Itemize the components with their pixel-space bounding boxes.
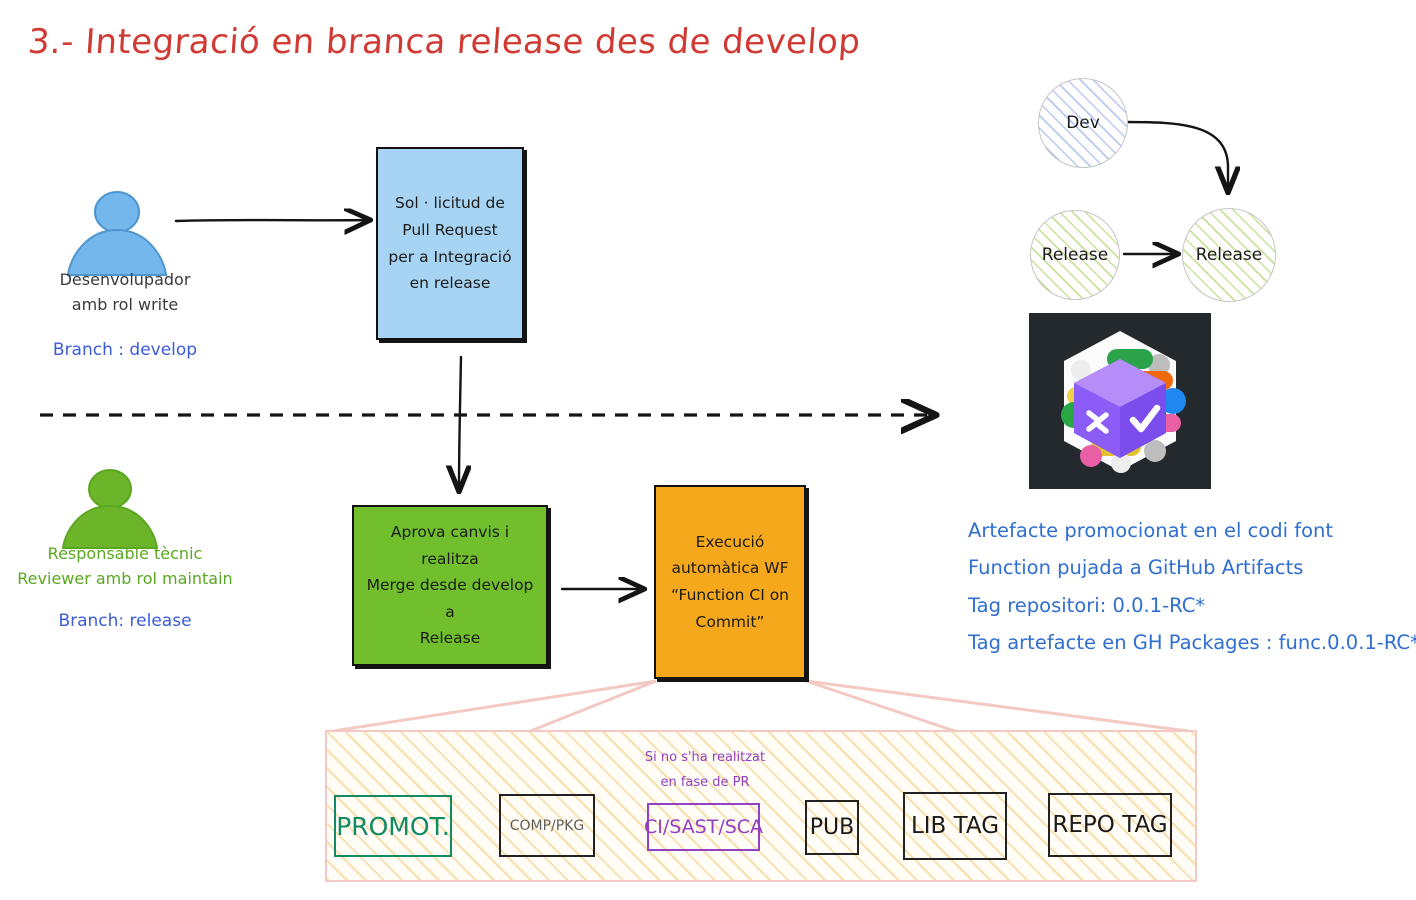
arrow-pr-to-merge bbox=[459, 355, 461, 487]
merge-line1: Aprova canvis i realitza bbox=[390, 522, 510, 568]
merge-approval-box: Aprova canvis i realitza Merge desde dev… bbox=[352, 505, 548, 666]
pull-request-line3: per a Integració bbox=[388, 247, 512, 266]
outcome-notes: Artefacte promocionat en el codi font Fu… bbox=[968, 512, 1416, 662]
person-icon-tech-lead bbox=[61, 469, 159, 549]
pull-request-box: Sol · licitud de Pull Request per a Inte… bbox=[376, 147, 524, 340]
developer-role-line2: amb rol write bbox=[71, 294, 179, 314]
pipeline-step-lib-tag: LIB TAG bbox=[903, 792, 1007, 860]
branch-node-dev: Dev bbox=[1038, 78, 1128, 168]
pipeline-step-ci-sast-sca: CI/SAST/SCA bbox=[644, 803, 763, 851]
github-packages-logo-art bbox=[1061, 331, 1186, 473]
merge-line2: Merge desde develop a bbox=[366, 576, 534, 621]
pipeline-step-promot: PROMOT. bbox=[334, 795, 452, 857]
pull-request-line2: Pull Request bbox=[402, 220, 498, 239]
pipeline-step-repo-tag: REPO TAG bbox=[1048, 793, 1172, 857]
branch-node-release-target: Release bbox=[1182, 208, 1276, 302]
developer-role-line1: Desenvolupador bbox=[59, 270, 191, 289]
developer-role-caption: Desenvolupador amb rol write bbox=[10, 268, 240, 318]
developer-branch-label: Branch : develop bbox=[52, 340, 198, 360]
tech-lead-role-caption: Responsable tècnic Reviewer amb rol main… bbox=[0, 542, 250, 592]
outcome-note-1: Artefacte promocionat en el codi font bbox=[968, 519, 1334, 542]
pull-request-line4: en release bbox=[409, 274, 491, 293]
page-title: 3.- Integració en branca release des de … bbox=[26, 22, 862, 62]
arrow-dev-to-release bbox=[1124, 120, 1228, 188]
workflow-execution-box: Execució automàtica WF “Function CI on C… bbox=[654, 485, 806, 679]
github-packages-logo bbox=[1029, 313, 1211, 489]
arrow-dev-to-pr bbox=[174, 220, 366, 221]
outcome-note-4: Tag artefacte en GH Packages : func.0.0.… bbox=[968, 631, 1416, 655]
tech-lead-branch-label: Branch: release bbox=[58, 611, 192, 631]
branch-node-release-source: Release bbox=[1030, 210, 1120, 300]
pipeline-annotation: Si no s'ha realitzat en fase de PR bbox=[600, 746, 810, 795]
pipeline-annotation-line1: Si no s'ha realitzat bbox=[644, 750, 766, 765]
person-icon-developer bbox=[66, 191, 168, 276]
tech-lead-role-line1: Responsable tècnic bbox=[47, 544, 203, 563]
workflow-line1: Execució bbox=[695, 532, 765, 551]
pipeline-step-pub: PUB bbox=[805, 800, 859, 855]
pull-request-line1: Sol · licitud de bbox=[395, 194, 505, 213]
pipeline-annotation-line2: en fase de PR bbox=[660, 774, 750, 790]
workflow-line2: automàtica WF bbox=[671, 559, 789, 578]
outcome-note-2: Function pujada a GitHub Artifacts bbox=[968, 556, 1304, 580]
merge-line3: Release bbox=[419, 629, 481, 648]
workflow-line4: Commit” bbox=[695, 612, 765, 631]
tech-lead-role-line2: Reviewer amb rol maintain bbox=[17, 568, 233, 588]
pipeline-step-comp-pkg: COMP/PKG bbox=[499, 794, 595, 857]
workflow-line3: “Function CI on bbox=[670, 586, 790, 604]
outcome-note-3: Tag repositori: 0.0.1-RC* bbox=[968, 593, 1206, 617]
